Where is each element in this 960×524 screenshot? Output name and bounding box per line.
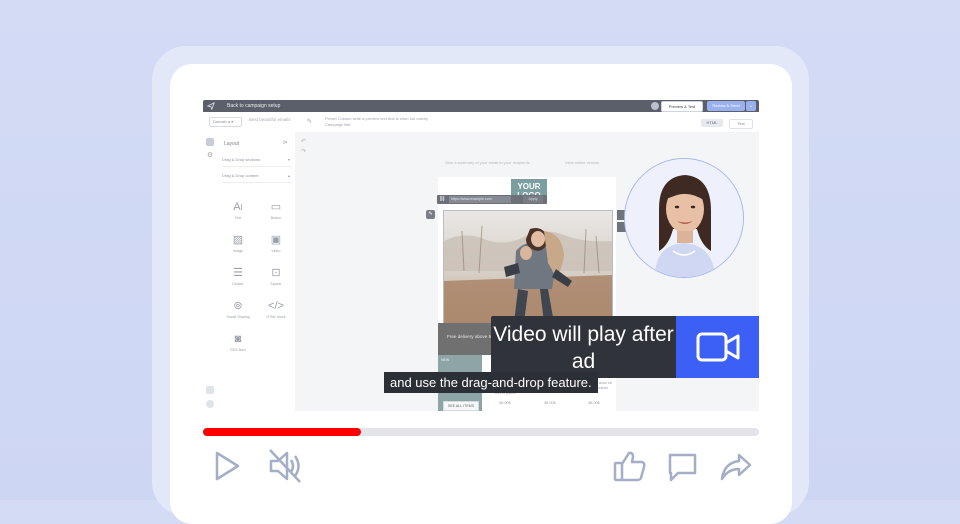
presenter-webcam — [624, 158, 744, 278]
preheader-summary: Give a summary of your email to your rec… — [445, 160, 530, 165]
block-image[interactable]: ▨ Image — [223, 229, 253, 259]
settings-icon[interactable]: ⚙ — [206, 152, 214, 160]
preheader-text: write a preview text that is short but c… — [352, 116, 428, 121]
url-input[interactable]: https://www.example.com — [449, 196, 511, 203]
text-icon: AI — [233, 201, 243, 213]
block-text[interactable]: AI Text — [223, 196, 253, 226]
review-send-button[interactable]: Review & Send — [707, 101, 745, 111]
block-social[interactable]: ⊚ Social Sharing — [223, 295, 253, 325]
chevron-down-icon: ▾ — [287, 157, 290, 162]
chevron-up-icon: ▴ — [287, 173, 290, 178]
block-video[interactable]: ▣ Video — [261, 229, 291, 259]
panel-title: Layout — [224, 141, 240, 147]
product-price: $8.00$ — [588, 401, 600, 405]
ad-message: Video will play after ad — [493, 323, 674, 373]
film-icon: ▣ — [270, 234, 282, 246]
content-panel: Layout ⊳ Drag & Drop sections ▾ Drag & D… — [217, 132, 296, 411]
layout-icon[interactable] — [206, 138, 214, 146]
section-label: Drag & Drop sections — [222, 157, 261, 162]
image-icon: ▨ — [232, 234, 244, 246]
section-drag-drop-content[interactable]: Drag & Drop content ▴ — [222, 170, 292, 183]
section-label: Drag & Drop content — [222, 173, 259, 178]
video-caption: and use the drag-and-drop feature. — [384, 372, 598, 393]
ad-icon-panel — [676, 316, 759, 378]
play-icon[interactable] — [212, 449, 242, 486]
block-button[interactable]: ▭ Button — [261, 196, 291, 226]
rss-icon: ◙ — [234, 333, 242, 345]
spacer-icon: ⊡ — [271, 267, 281, 279]
preheader-label: Preset Custom write a preview text that … — [325, 116, 428, 121]
link-toolbar: ⛓ https://www.example.com Apply — [437, 195, 547, 204]
view-online-link[interactable]: View online version — [565, 160, 599, 165]
left-rail: ⚙ — [203, 132, 218, 411]
code-icon: </> — [268, 300, 284, 312]
edit-pencil-icon[interactable]: ✎ — [426, 210, 435, 219]
social-icon: ⊚ — [233, 300, 243, 312]
view-html-toggle[interactable]: HTML — [701, 119, 723, 127]
product-price: $9.00$ — [499, 401, 511, 405]
ad-overlay[interactable]: Video will play after ad — [491, 316, 759, 378]
preheader-title: Preset Custom — [325, 116, 352, 121]
divider-icon: ☰ — [233, 267, 243, 279]
progress-fill — [203, 428, 361, 436]
redo-icon[interactable]: ↷ — [301, 148, 306, 155]
presenter-portrait-image — [625, 159, 743, 277]
volume-muted-icon[interactable] — [265, 447, 305, 488]
product-price: $6.00$ — [544, 401, 556, 405]
undo-icon[interactable]: ↶ — [301, 138, 306, 145]
back-to-campaign-link[interactable]: Back to campaign setup — [227, 102, 280, 110]
hero-photo[interactable] — [443, 210, 613, 325]
chevron-down-icon[interactable]: ⌄ — [746, 101, 756, 111]
block-spacer[interactable]: ⊡ Spacer — [261, 262, 291, 292]
couple-photo-image — [444, 211, 612, 324]
keyboard-icon[interactable] — [206, 386, 214, 394]
apply-button[interactable]: Apply — [523, 196, 543, 203]
subject-line[interactable]: Best beautiful emails — [249, 117, 291, 122]
share-icon[interactable] — [718, 450, 754, 487]
collapse-icon[interactable]: ⊳ — [283, 139, 288, 146]
avatar[interactable] — [651, 102, 659, 110]
block-divider[interactable]: ☰ Divider — [223, 262, 253, 292]
preview-test-button[interactable]: Preview & Test — [661, 101, 703, 112]
thumbs-up-icon[interactable] — [612, 448, 648, 487]
product-tag: NEW — [441, 358, 450, 362]
see-all-button[interactable]: SEE ALL ITEMS — [443, 401, 479, 411]
block-html[interactable]: </> HTML block — [261, 295, 291, 325]
view-text-toggle[interactable]: Text — [729, 119, 753, 129]
ad-message-panel: Video will play after ad — [491, 316, 676, 378]
button-icon: ▭ — [270, 201, 282, 213]
video-camera-icon — [696, 332, 740, 362]
block-rss[interactable]: ◙ RSS feed — [223, 328, 253, 358]
editor-subbar: Domain a ▾ Best beautiful emails ✎ Prese… — [203, 112, 759, 133]
pencil-icon[interactable]: ✎ — [307, 119, 312, 125]
domain-select[interactable]: Domain a ▾ — [209, 117, 242, 127]
comment-icon[interactable] — [666, 450, 700, 487]
section-drag-drop-sections[interactable]: Drag & Drop sections ▾ — [222, 154, 292, 167]
editor-topbar: Back to campaign setup Preview & Test Re… — [203, 100, 759, 112]
link-icon: ⛓ — [439, 196, 446, 202]
campaign-title: Campaign title — [325, 122, 351, 127]
send-arrow-icon — [207, 102, 215, 110]
help-icon[interactable] — [206, 400, 214, 408]
